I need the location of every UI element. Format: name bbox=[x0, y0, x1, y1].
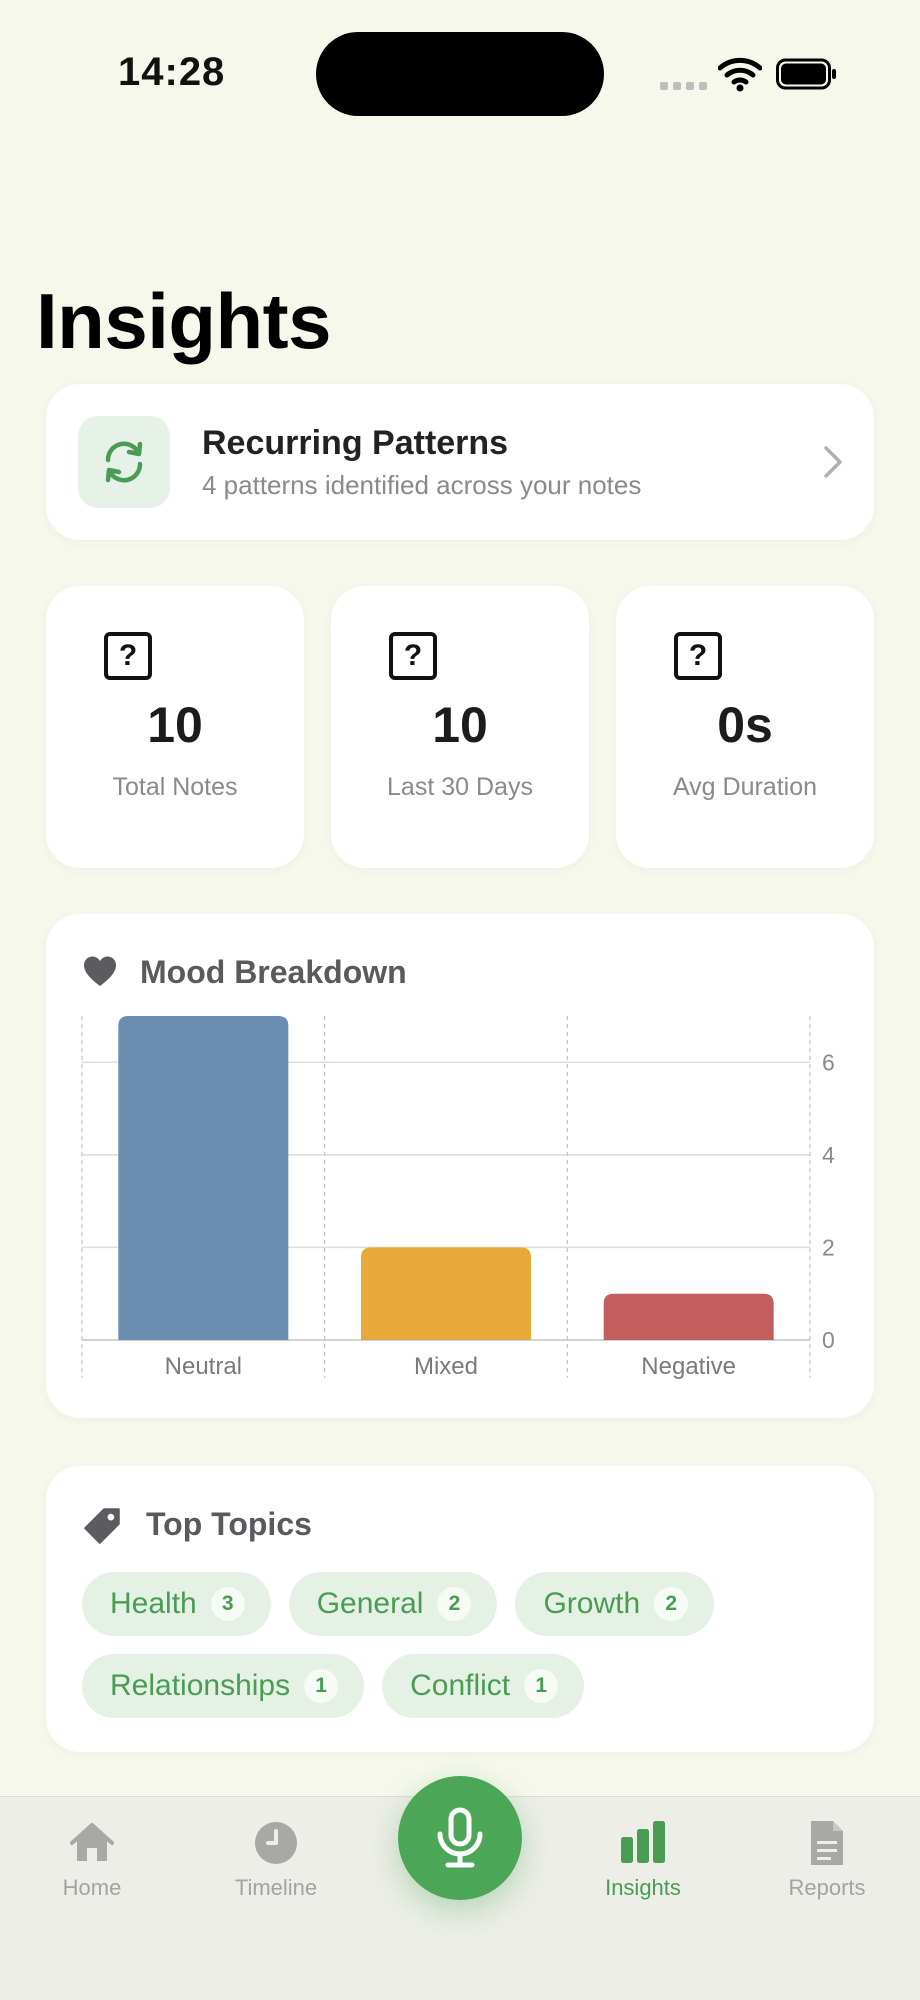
cellular-signal-icon bbox=[660, 82, 707, 90]
tab-label: Timeline bbox=[234, 1875, 318, 1900]
wifi-icon bbox=[718, 57, 762, 92]
question-icon: ? bbox=[674, 632, 722, 680]
topic-count: 3 bbox=[210, 1587, 245, 1621]
stat-label: Last 30 Days bbox=[387, 773, 533, 801]
recurring-patterns-card[interactable]: Recurring Patterns 4 patterns identified… bbox=[46, 384, 874, 540]
page-title: Insights bbox=[36, 277, 332, 365]
tab-label: Insights bbox=[605, 1875, 681, 1900]
y-tick-label: 0 bbox=[822, 1327, 835, 1353]
x-tick-label: Mixed bbox=[414, 1353, 478, 1380]
stat-value: 10 bbox=[432, 697, 488, 753]
stat-label: Total Notes bbox=[112, 773, 238, 801]
question-icon: ? bbox=[104, 632, 152, 680]
patterns-title: Recurring Patterns bbox=[202, 424, 509, 462]
record-button[interactable] bbox=[398, 1776, 522, 1900]
y-tick-label: 6 bbox=[822, 1049, 835, 1075]
dynamic-island bbox=[316, 32, 604, 116]
chevron-right-icon bbox=[824, 446, 842, 478]
document-icon bbox=[811, 1821, 843, 1865]
status-bar: 14:28 bbox=[0, 0, 920, 150]
question-icon: ? bbox=[389, 632, 437, 680]
tab-label: Home bbox=[62, 1875, 122, 1900]
y-tick-label: 2 bbox=[822, 1234, 835, 1260]
topic-chip-general[interactable]: General 2 bbox=[288, 1572, 498, 1636]
battery-icon bbox=[776, 58, 836, 90]
tab-timeline[interactable]: Timeline bbox=[206, 1797, 346, 1917]
tab-home[interactable]: Home bbox=[22, 1797, 162, 1917]
topic-chip-relationships[interactable]: Relationships 1 bbox=[82, 1654, 365, 1718]
mood-bar-chart: 0 2 4 6 Neutral Mixed Negative bbox=[81, 1016, 835, 1380]
tab-label: Reports bbox=[788, 1875, 866, 1900]
topic-chips: Health 3 General 2 Growth 2 Relationship… bbox=[82, 1572, 842, 1718]
top-topics-title: Top Topics bbox=[146, 1506, 312, 1542]
bar-mixed bbox=[361, 1247, 531, 1340]
topic-chip-conflict[interactable]: Conflict 1 bbox=[382, 1654, 585, 1718]
clock-icon bbox=[255, 1822, 297, 1864]
stat-card-last-30-days: ? 10 Last 30 Days bbox=[331, 586, 589, 868]
status-time: 14:28 bbox=[118, 50, 226, 94]
topic-count: 1 bbox=[524, 1669, 559, 1703]
stat-label: Avg Duration bbox=[672, 773, 818, 801]
bar-neutral bbox=[118, 1016, 289, 1340]
topic-count: 1 bbox=[304, 1669, 339, 1703]
stat-value: 10 bbox=[147, 697, 203, 753]
tab-reports[interactable]: Reports bbox=[757, 1797, 897, 1917]
patterns-subtitle: 4 patterns identified across your notes bbox=[202, 470, 642, 500]
topic-count: 2 bbox=[654, 1587, 689, 1621]
topic-label: Relationships bbox=[110, 1669, 291, 1702]
topic-label: General bbox=[316, 1587, 424, 1620]
topic-chip-health[interactable]: Health 3 bbox=[82, 1572, 271, 1636]
x-tick-label: Neutral bbox=[165, 1353, 242, 1380]
tag-icon bbox=[84, 1508, 120, 1544]
bar-negative bbox=[603, 1293, 774, 1340]
topic-chip-growth[interactable]: Growth 2 bbox=[515, 1572, 715, 1636]
repeat-icon bbox=[78, 416, 170, 508]
stat-card-total-notes: ? 10 Total Notes bbox=[46, 586, 304, 868]
y-tick-label: 4 bbox=[822, 1142, 835, 1168]
topic-label: Growth bbox=[543, 1587, 641, 1620]
x-tick-label: Negative bbox=[641, 1353, 736, 1380]
mood-breakdown-card: Mood Breakdown 0 2 4 6 Neutral Mixed Negative bbox=[46, 914, 874, 1418]
topic-label: Conflict bbox=[410, 1669, 511, 1702]
microphone-icon bbox=[437, 1807, 483, 1868]
home-icon bbox=[70, 1823, 114, 1861]
stat-value: 0s bbox=[717, 697, 773, 753]
stat-card-avg-duration: ? 0s Avg Duration bbox=[616, 586, 874, 868]
bar-chart-icon bbox=[621, 1821, 665, 1863]
top-topics-card: Top Topics Health 3 General 2 Growth 2 R… bbox=[46, 1466, 874, 1752]
tab-insights[interactable]: Insights bbox=[573, 1797, 713, 1917]
topic-label: Health bbox=[110, 1587, 197, 1620]
topic-count: 2 bbox=[437, 1587, 472, 1621]
